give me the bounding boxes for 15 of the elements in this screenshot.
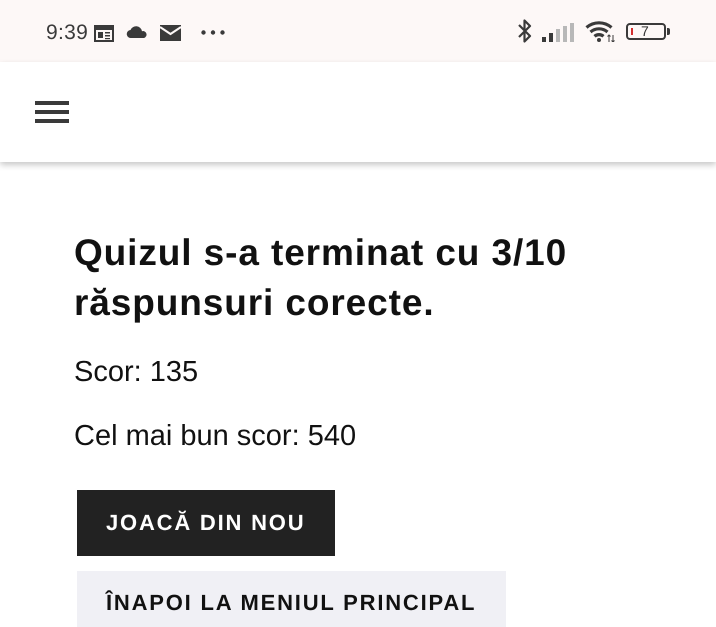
wifi-icon bbox=[585, 20, 616, 42]
quiz-result-title: Quizul s-a terminat cu 3/10 răspunsuri corecte. bbox=[74, 231, 568, 325]
status-time: 9:39 bbox=[46, 20, 88, 44]
score-text: Scor: 135 bbox=[74, 356, 200, 388]
newspaper-icon bbox=[94, 24, 114, 42]
main-menu-button[interactable]: ÎNAPOI LA MENIUL PRINCIPAL bbox=[77, 571, 506, 627]
best-score-text: Cel mai bun scor: 540 bbox=[74, 420, 358, 452]
bluetooth-icon bbox=[518, 19, 532, 43]
battery-level: 7 bbox=[641, 24, 649, 38]
more-dots-icon bbox=[201, 30, 226, 34]
play-again-button[interactable]: JOACĂ DIN NOU bbox=[77, 490, 336, 556]
signal-icon bbox=[542, 22, 576, 42]
cloud-icon bbox=[126, 26, 148, 38]
menu-icon[interactable] bbox=[35, 101, 69, 123]
mail-icon bbox=[160, 24, 182, 40]
